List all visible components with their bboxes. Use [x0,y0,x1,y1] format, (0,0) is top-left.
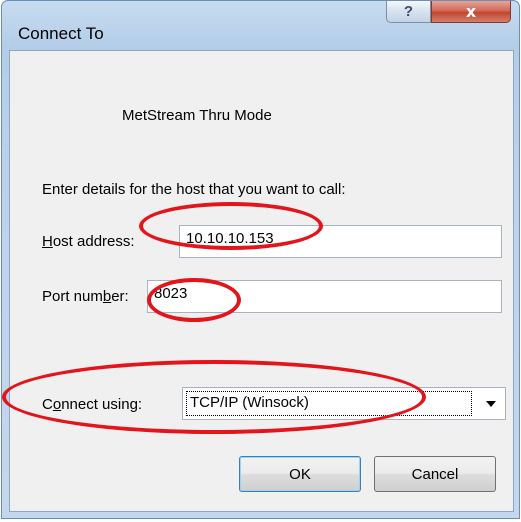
instructions-text: Enter details for the host that you want… [42,181,346,198]
port-highlight-ellipse [147,278,241,322]
cancel-button[interactable]: Cancel [374,456,496,492]
ok-button[interactable]: OK [239,456,361,492]
dialog-window: Connect To ? x MetStream Thru Mode Enter… [1,0,520,519]
chevron-down-icon[interactable] [477,388,505,419]
help-button[interactable]: ? [386,1,431,23]
mode-caption: MetStream Thru Mode [122,107,272,124]
close-icon: x [465,2,477,21]
help-icon: ? [403,3,414,20]
dialog-body: MetStream Thru Mode Enter details for th… [9,50,514,512]
window-title: Connect To [18,24,104,43]
connect-highlight-ellipse [2,360,426,434]
host-highlight-ellipse [139,202,323,250]
host-address-label: Host address: [42,233,135,250]
close-button[interactable]: x [431,1,511,23]
port-number-label: Port number: [42,288,129,305]
